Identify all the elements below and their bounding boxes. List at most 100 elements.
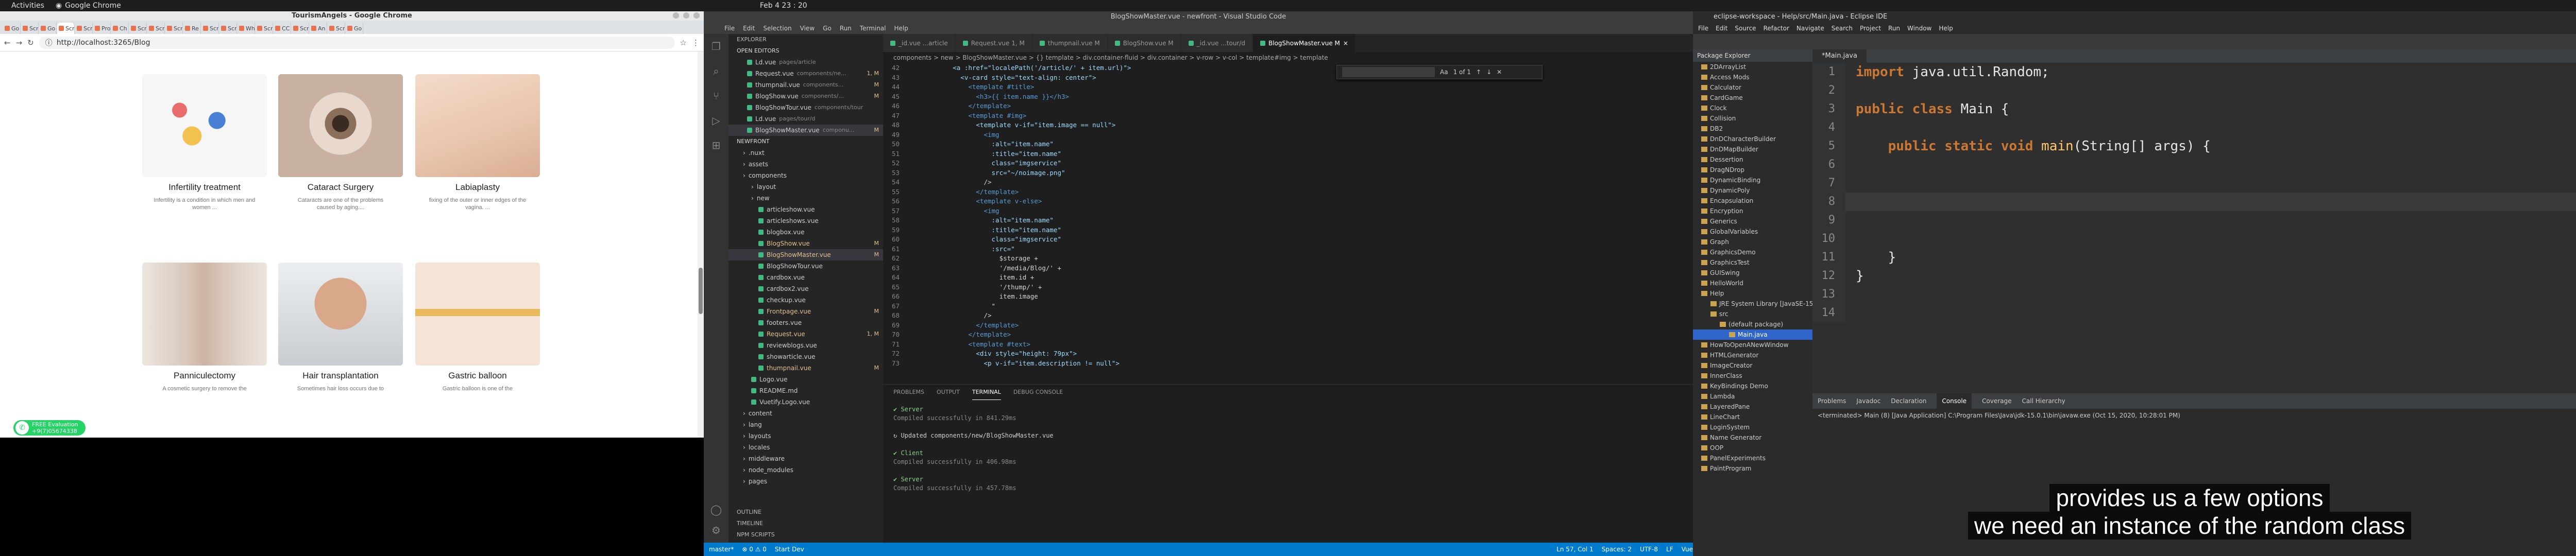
- project-item[interactable]: Main.java: [1693, 329, 1812, 340]
- file-item[interactable]: Vuetify.Logo.vue: [728, 396, 883, 408]
- clock[interactable]: Feb 4 23 : 20: [760, 2, 807, 10]
- file-item[interactable]: cardbox.vue: [728, 272, 883, 283]
- blog-card-image[interactable]: [415, 263, 540, 366]
- browser-tab[interactable]: Go: [39, 23, 57, 34]
- tab-close-icon[interactable]: ×: [1343, 40, 1348, 47]
- project-item[interactable]: Graph: [1693, 237, 1812, 247]
- browser-tab[interactable]: Scr: [219, 23, 237, 34]
- status-item[interactable]: UTF-8: [1640, 546, 1658, 553]
- file-item[interactable]: BlogShowTour.vue: [728, 260, 883, 272]
- blog-card[interactable]: Labiaplasty fixing of the outer or inner …: [415, 74, 540, 211]
- open-editor-item[interactable]: BlogShowMaster.vue componu... M: [728, 125, 883, 136]
- code-editor[interactable]: 42 <a :href="localePath('/article/' + it…: [883, 63, 1693, 383]
- minimize-button[interactable]: [673, 12, 679, 19]
- whatsapp-button[interactable]: ✆ FREE Evaluation +9(7)05674338: [13, 420, 86, 436]
- blog-card[interactable]: Hair transplantation Sometimes hair loss …: [278, 263, 403, 392]
- project-item[interactable]: PaintProgram: [1693, 463, 1812, 474]
- browser-tab[interactable]: Wh: [238, 23, 255, 34]
- blog-card-title[interactable]: Gastric balloon: [415, 371, 540, 381]
- project-item[interactable]: KeyBindings Demo: [1693, 381, 1812, 391]
- blog-card-image[interactable]: [278, 74, 403, 177]
- console-tab[interactable]: Declaration: [1891, 393, 1926, 409]
- menu-item[interactable]: Help: [1939, 23, 1953, 34]
- editor-tab[interactable]: _id.vue ...article: [883, 34, 956, 52]
- npm-scripts-header[interactable]: NPM SCRIPTS: [728, 529, 883, 541]
- blog-card-title[interactable]: Infertility treatment: [142, 182, 267, 193]
- outline-header[interactable]: OUTLINE: [728, 507, 883, 518]
- project-header[interactable]: NEWFRONT: [728, 136, 883, 147]
- search-icon[interactable]: ⌕: [704, 59, 728, 83]
- reload-icon[interactable]: ↻: [27, 38, 34, 47]
- bookmark-star-icon[interactable]: ☆: [680, 38, 687, 47]
- folder-item[interactable]: › pages: [728, 476, 883, 487]
- folder-item[interactable]: › lang: [728, 419, 883, 430]
- file-item[interactable]: checkup.vue: [728, 294, 883, 306]
- project-item[interactable]: Help: [1693, 288, 1812, 299]
- folder-item[interactable]: › layout: [728, 181, 883, 193]
- browser-tab[interactable]: Scr: [75, 23, 93, 34]
- status-item[interactable]: Ln 57, Col 1: [1556, 546, 1594, 553]
- menu-item[interactable]: Run: [1888, 23, 1900, 34]
- blog-card-image[interactable]: [278, 263, 403, 366]
- file-item[interactable]: articleshow.vue: [728, 204, 883, 215]
- browser-tab[interactable]: Scr: [57, 23, 75, 34]
- folder-item[interactable]: › assets: [728, 159, 883, 170]
- browser-tab[interactable]: Scr: [147, 23, 165, 34]
- editor-tab-main-java[interactable]: *Main.java: [1812, 49, 1867, 63]
- file-item[interactable]: Request.vue 1, M: [728, 328, 883, 340]
- project-item[interactable]: DnDCharacterBuilder: [1693, 134, 1812, 144]
- status-item[interactable]: Spaces: 2: [1602, 546, 1632, 553]
- file-item[interactable]: footers.vue: [728, 317, 883, 328]
- find-input[interactable]: [1342, 67, 1435, 77]
- page-scrollbar[interactable]: [698, 51, 704, 438]
- status-item[interactable]: ⊗ 0 ⚠ 0: [742, 546, 767, 553]
- panel-tab[interactable]: PROBLEMS: [893, 385, 924, 400]
- project-item[interactable]: Calculator: [1693, 82, 1812, 93]
- browser-tab[interactable]: Scr: [201, 23, 219, 34]
- project-item[interactable]: CardGame: [1693, 93, 1812, 103]
- explorer-icon[interactable]: ❐: [704, 34, 728, 59]
- menu-item[interactable]: Help: [894, 23, 908, 34]
- terminal-output[interactable]: ✔ Server Compiled successfully in 841.29…: [883, 400, 1693, 498]
- blog-card-image[interactable]: [142, 263, 267, 366]
- browser-tab[interactable]: Scr: [328, 23, 345, 34]
- project-item[interactable]: DynamicPoly: [1693, 185, 1812, 196]
- menu-item[interactable]: Window: [1907, 23, 1931, 34]
- project-item[interactable]: DnDMapBuilder: [1693, 144, 1812, 154]
- project-item[interactable]: Dessertion: [1693, 154, 1812, 165]
- browser-tab[interactable]: Go: [346, 23, 363, 34]
- project-item[interactable]: GUISwing: [1693, 268, 1812, 278]
- console-tab[interactable]: Call Hierarchy: [2022, 393, 2065, 409]
- menu-item[interactable]: File: [1698, 23, 1708, 34]
- browser-tab[interactable]: Scr: [129, 23, 147, 34]
- editor-tab[interactable]: Request.vue 1, M: [955, 34, 1032, 52]
- menu-item[interactable]: Project: [1860, 23, 1881, 34]
- file-item[interactable]: blogbox.vue: [728, 227, 883, 238]
- project-item[interactable]: Collision: [1693, 113, 1812, 124]
- panel-tab[interactable]: TERMINAL: [972, 385, 1001, 400]
- close-button[interactable]: [693, 12, 700, 19]
- file-item[interactable]: BlogShow.vue M: [728, 238, 883, 249]
- editor-tab[interactable]: _id.vue ...tour/d: [1181, 34, 1253, 52]
- back-icon[interactable]: ←: [4, 38, 11, 47]
- editor-tab[interactable]: BlogShow.vue M: [1107, 34, 1181, 52]
- package-explorer-tab[interactable]: Package Explorer: [1693, 49, 1812, 62]
- open-editor-item[interactable]: BlogShow.vue components/... M: [728, 91, 883, 102]
- run-debug-icon[interactable]: ▷: [704, 108, 728, 133]
- project-item[interactable]: LoginSystem: [1693, 422, 1812, 432]
- find-prev-icon[interactable]: ↑: [1476, 68, 1481, 76]
- find-next-icon[interactable]: ↓: [1486, 68, 1492, 76]
- status-item[interactable]: master*: [709, 546, 734, 553]
- open-editor-item[interactable]: Ld.vue pages/article: [728, 57, 883, 68]
- status-item[interactable]: Vue: [1682, 546, 1693, 553]
- editor-tab[interactable]: BlogShowMaster.vue M ×: [1253, 34, 1356, 52]
- project-item[interactable]: (default package): [1693, 319, 1812, 329]
- browser-tab[interactable]: Re: [183, 23, 201, 34]
- project-item[interactable]: GlobalVariables: [1693, 227, 1812, 237]
- blog-card-title[interactable]: Hair transplantation: [278, 371, 403, 381]
- menu-item[interactable]: Terminal: [860, 23, 886, 34]
- project-item[interactable]: DB2: [1693, 124, 1812, 134]
- menu-item[interactable]: Source: [1735, 23, 1756, 34]
- project-item[interactable]: DynamicBinding: [1693, 175, 1812, 185]
- match-case-option[interactable]: Aa: [1440, 68, 1448, 76]
